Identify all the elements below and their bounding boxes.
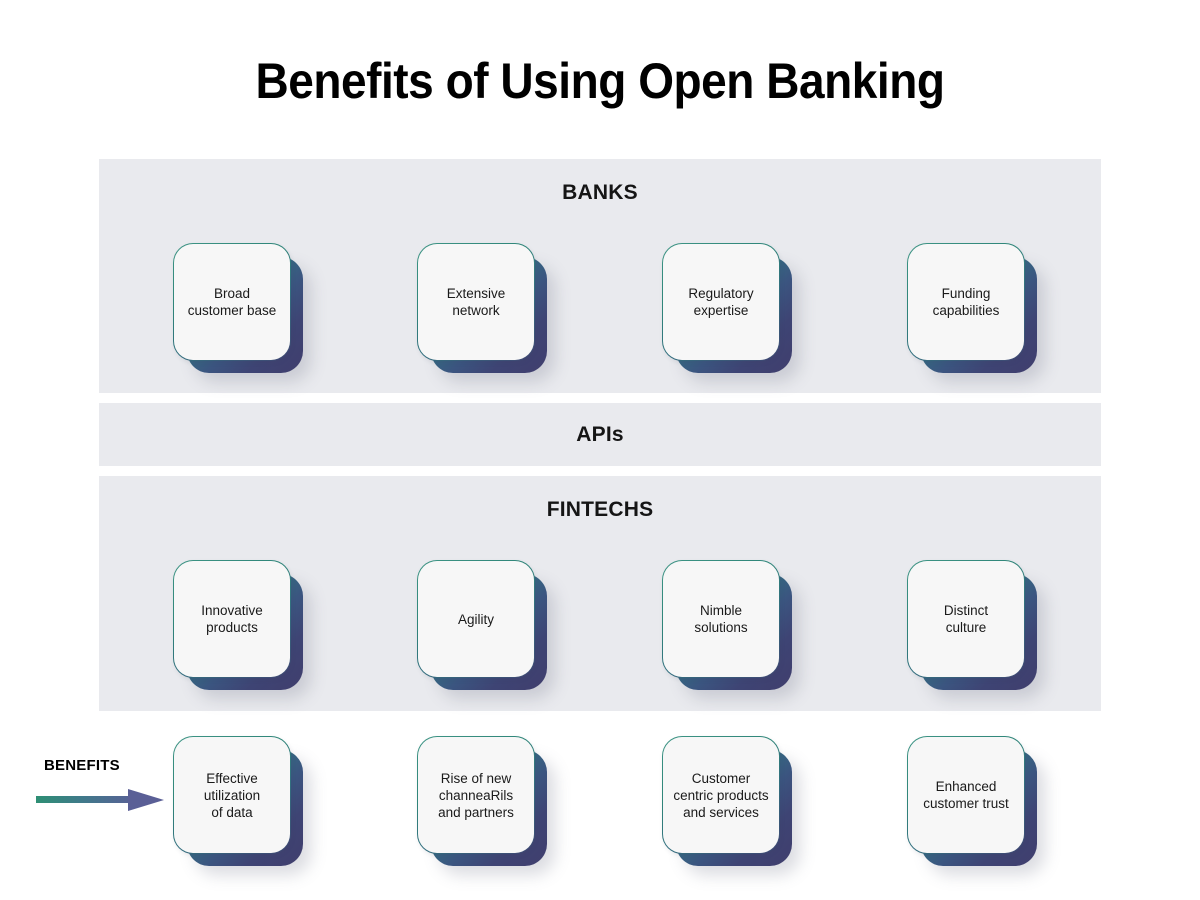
card-label: Agility (457, 611, 494, 627)
card-fintechs-2[interactable]: Agility (417, 560, 547, 690)
card-face: Enhanced customer trust (907, 736, 1025, 854)
card-label: Distinct culture (943, 603, 989, 635)
card-label: Regulatory expertise (688, 286, 754, 318)
section-heading-apis: APIs (576, 423, 624, 446)
card-face: Distinct culture (907, 560, 1025, 678)
card-label: Broad customer base (187, 286, 277, 318)
card-face: Extensive network (417, 243, 535, 361)
card-face: Rise of new channeaRils and partners (417, 736, 535, 854)
card-benefits-1[interactable]: Effective utilization of data (173, 736, 303, 866)
card-fintechs-1[interactable]: Innovative products (173, 560, 303, 690)
card-fintechs-3[interactable]: Nimble solutions (662, 560, 792, 690)
card-label: Rise of new channeaRils and partners (438, 770, 514, 820)
card-label: Innovative products (201, 603, 263, 635)
card-label: Funding capabilities (932, 286, 1000, 318)
page-title: Benefits of Using Open Banking (255, 53, 945, 109)
card-banks-1[interactable]: Broad customer base (173, 243, 303, 373)
card-row-fintechs: Innovative products Agility Nimble solut… (0, 560, 1200, 690)
card-label: Effective utilization of data (203, 770, 261, 820)
card-benefits-3[interactable]: Customer centric products and services (662, 736, 792, 866)
card-face: Effective utilization of data (173, 736, 291, 854)
card-label: Extensive network (446, 286, 506, 318)
section-heading-banks: BANKS (562, 181, 638, 204)
card-face: Innovative products (173, 560, 291, 678)
card-banks-2[interactable]: Extensive network (417, 243, 547, 373)
card-banks-3[interactable]: Regulatory expertise (662, 243, 792, 373)
card-face: Agility (417, 560, 535, 678)
section-heading-fintechs: FINTECHS (546, 498, 654, 521)
section-band-apis: APIs (99, 403, 1101, 466)
card-banks-4[interactable]: Funding capabilities (907, 243, 1037, 373)
card-face: Broad customer base (173, 243, 291, 361)
card-label: Nimble solutions (694, 603, 748, 635)
card-fintechs-4[interactable]: Distinct culture (907, 560, 1037, 690)
card-face: Nimble solutions (662, 560, 780, 678)
card-row-banks: Broad customer base Extensive network Re… (0, 243, 1200, 373)
card-face: Funding capabilities (907, 243, 1025, 361)
card-benefits-2[interactable]: Rise of new channeaRils and partners (417, 736, 547, 866)
card-face: Customer centric products and services (662, 736, 780, 854)
card-label: Customer centric products and services (673, 770, 769, 820)
card-benefits-4[interactable]: Enhanced customer trust (907, 736, 1037, 866)
card-row-benefits: Effective utilization of data Rise of ne… (0, 736, 1200, 866)
card-face: Regulatory expertise (662, 243, 780, 361)
card-label: Enhanced customer trust (923, 779, 1009, 811)
